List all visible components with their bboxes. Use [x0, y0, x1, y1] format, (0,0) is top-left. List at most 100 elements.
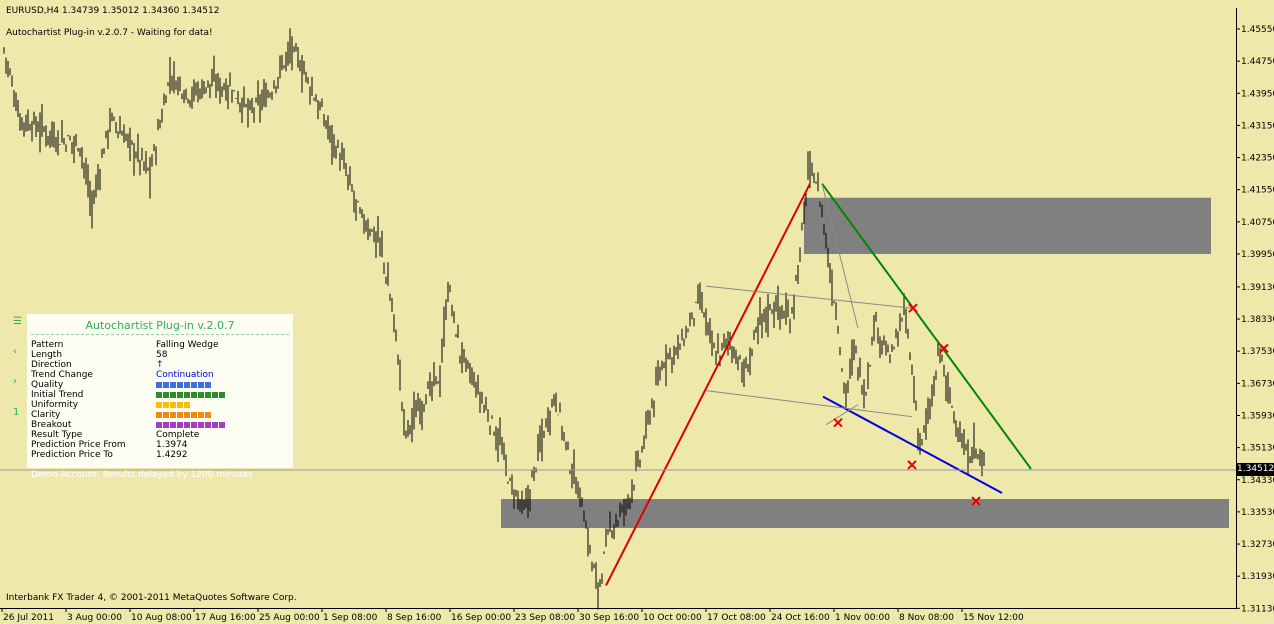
panel-value-prediction-price-from: 1.3974	[156, 440, 188, 450]
rating-square	[170, 411, 176, 418]
panel-value-trend-change: Continuation	[156, 370, 214, 380]
rating-square	[191, 411, 197, 418]
panel-value-length: 58	[156, 350, 168, 360]
panel-icon[interactable]: ☰	[13, 316, 22, 327]
panel-label-quality: Quality	[31, 380, 64, 390]
rating-square	[198, 411, 204, 418]
rating-square	[156, 391, 162, 398]
price-tick-label: 1.33530	[1241, 508, 1274, 518]
panel-title: Autochartist Plug-in v.2.0.7	[85, 319, 235, 332]
pattern-point-marker	[907, 460, 917, 470]
rating-square	[177, 411, 183, 418]
resistance-zone	[804, 197, 1211, 254]
time-tick-label: 17 Oct 08:00	[707, 613, 766, 623]
time-axis-border	[0, 608, 1237, 609]
rating-square	[212, 421, 218, 428]
panel-value-pattern: Falling Wedge	[156, 340, 219, 350]
panel-label-result-type: Result Type	[31, 430, 83, 440]
price-tick-label: 1.41550	[1241, 186, 1274, 196]
rating-square	[198, 391, 204, 398]
right-arrow-icon[interactable]: ›	[13, 376, 17, 387]
rating-square	[184, 381, 190, 388]
time-tick-label: 10 Oct 00:00	[643, 613, 702, 623]
symbol-info: EURUSD,H4 1.34739 1.35012 1.34360 1.3451…	[6, 6, 220, 16]
rating-bar-quality	[156, 380, 212, 390]
rating-square	[156, 411, 162, 418]
time-tick-label: 24 Oct 16:00	[771, 613, 830, 623]
rating-square	[191, 381, 197, 388]
rating-square	[163, 391, 169, 398]
rating-square	[198, 421, 204, 428]
panel-divider	[31, 334, 289, 335]
rating-square	[205, 421, 211, 428]
price-tick-label: 1.37530	[1241, 347, 1274, 357]
rating-square	[205, 391, 211, 398]
price-tick-label: 1.34330	[1241, 476, 1274, 486]
price-tick-label: 1.44750	[1241, 57, 1274, 67]
price-tick-label: 1.39130	[1241, 283, 1274, 293]
time-tick-label: 1 Nov 00:00	[835, 613, 890, 623]
left-arrow-icon[interactable]: ‹	[13, 346, 17, 357]
rating-square	[177, 381, 183, 388]
rating-square	[163, 401, 169, 408]
pattern-point-marker	[833, 418, 843, 428]
time-tick-label: 8 Sep 16:00	[387, 613, 442, 623]
rating-square	[177, 421, 183, 428]
price-tick-label: 1.40750	[1241, 218, 1274, 228]
channel-line	[705, 390, 913, 418]
time-tick-label: 30 Sep 16:00	[579, 613, 639, 623]
rating-square	[163, 421, 169, 428]
pattern-number[interactable]: 1	[13, 407, 19, 418]
rating-square	[156, 381, 162, 388]
rating-bar-uniformity	[156, 400, 191, 410]
rating-square	[170, 381, 176, 388]
time-tick-label: 10 Aug 08:00	[131, 613, 192, 623]
price-chart[interactable]: 1.45550 1.44750 1.43950 1.43150 1.42350 1.415…	[0, 0, 1274, 624]
time-tick-label: 3 Aug 00:00	[67, 613, 122, 623]
rating-square	[163, 381, 169, 388]
rating-square	[184, 401, 190, 408]
rating-square	[177, 401, 183, 408]
rating-square	[205, 411, 211, 418]
price-axis: 1.45550 1.44750 1.43950 1.43150 1.42350 1.415…	[1236, 25, 1274, 614]
price-tick-label: 1.39950	[1241, 250, 1274, 260]
rating-square	[184, 411, 190, 418]
price-axis-border	[1236, 8, 1237, 608]
panel-label-uniformity: Uniformity	[31, 400, 79, 410]
rating-square	[198, 381, 204, 388]
time-tick-label: 23 Sep 08:00	[515, 613, 575, 623]
panel-value-direction: ↑	[156, 360, 164, 370]
rating-square	[191, 421, 197, 428]
panel-label-prediction-price-to: Prediction Price To	[31, 450, 113, 460]
panel-label-breakout: Breakout	[31, 420, 72, 430]
price-tick-label: 1.38330	[1241, 315, 1274, 325]
plugin-status: Autochartist Plug-in v.2.0.7 - Waiting f…	[6, 28, 213, 38]
rating-square	[219, 391, 225, 398]
rating-square	[156, 401, 162, 408]
time-tick-label: 25 Aug 00:00	[259, 613, 320, 623]
price-tick-label: 1.43150	[1241, 121, 1274, 131]
price-tick-label: 1.36730	[1241, 379, 1274, 389]
panel-label-direction: Direction	[31, 360, 72, 370]
price-tick-label: 1.31130	[1241, 604, 1274, 614]
time-axis: 26 Jul 2011 3 Aug 00:00 10 Aug 08:00 17 Aug…	[1, 608, 1024, 623]
panel-label-pattern: Pattern	[31, 340, 64, 350]
autochartist-panel: Autochartist Plug-in v.2.0.7 Pattern Fall…	[27, 314, 293, 468]
rating-square	[177, 391, 183, 398]
rating-square	[205, 381, 211, 388]
panel-label-clarity: Clarity	[31, 410, 61, 420]
rating-square	[156, 421, 162, 428]
panel-label-initial-trend: Initial Trend	[31, 390, 84, 400]
time-tick-label: 1 Sep 08:00	[323, 613, 378, 623]
rating-square	[212, 391, 218, 398]
price-tick-label: 1.35930	[1241, 411, 1274, 421]
panel-label-length: Length	[31, 350, 63, 360]
time-tick-label: 8 Nov 08:00	[899, 613, 954, 623]
rating-bar-breakout	[156, 420, 226, 430]
price-tick-label: 1.43950	[1241, 89, 1274, 99]
panel-value-prediction-price-to: 1.4292	[156, 450, 188, 460]
time-tick-label: 26 Jul 2011	[3, 613, 54, 623]
rating-square	[219, 421, 225, 428]
panel-value-result-type: Complete	[156, 430, 200, 440]
rating-square	[184, 421, 190, 428]
